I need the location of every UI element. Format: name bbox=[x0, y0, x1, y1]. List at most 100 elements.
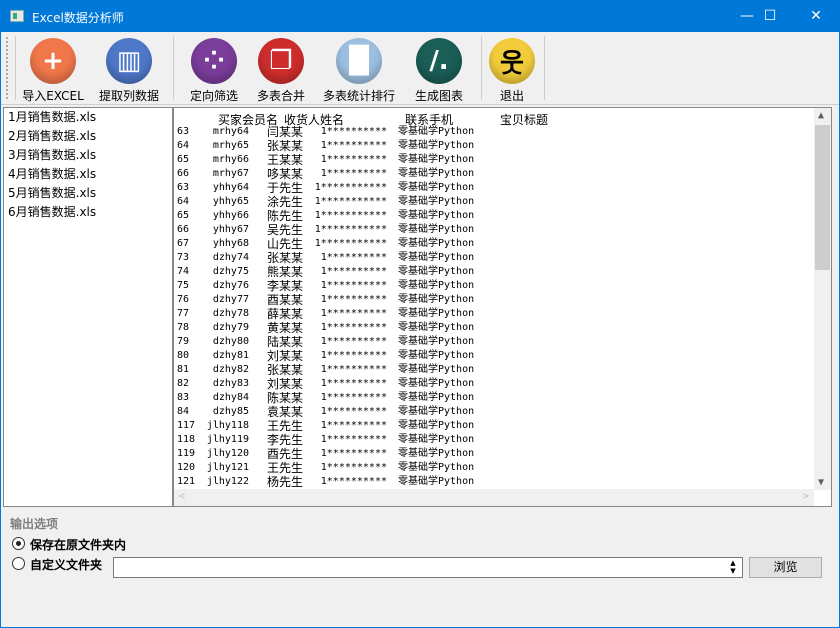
recipient-name: 山先生 bbox=[267, 237, 304, 251]
rank-button[interactable]: ▐▌ 多表统计排行 bbox=[319, 38, 399, 104]
member-name: dzhy76 bbox=[212, 280, 249, 291]
table-row[interactable]: 120 jlhy121 王先生 1********** 零基础学Python bbox=[174, 461, 814, 475]
recipient-name: 陈先生 bbox=[267, 209, 304, 223]
toolbar-grip[interactable] bbox=[6, 37, 9, 99]
phone: 1********** bbox=[320, 420, 387, 431]
item-title: 零基础学Python bbox=[398, 476, 475, 487]
table-row[interactable]: 64 yhhy65 涂先生 1*********** 零基础学Python bbox=[174, 195, 814, 209]
table-row[interactable]: 73 dzhy74 张某某 1********** 零基础学Python bbox=[174, 251, 814, 265]
table-row[interactable]: 76 dzhy77 酉某某 1********** 零基础学Python bbox=[174, 293, 814, 307]
horizontal-scrollbar[interactable]: < > bbox=[174, 489, 814, 506]
file-list-item[interactable]: 6月销售数据.xls bbox=[4, 203, 172, 222]
toolbar-button-label: 导入EXCEL bbox=[22, 89, 84, 103]
save-original-label[interactable]: 保存在原文件夹内 bbox=[30, 536, 126, 553]
vertical-scrollbar[interactable]: ▲ ▼ bbox=[814, 108, 831, 490]
row-index: 65 bbox=[177, 154, 190, 165]
phone: 1********** bbox=[320, 336, 387, 347]
scroll-right-icon[interactable]: > bbox=[803, 491, 809, 502]
table-row[interactable]: 77 dzhy78 薛某某 1********** 零基础学Python bbox=[174, 307, 814, 321]
recipient-name: 于先生 bbox=[267, 181, 304, 195]
file-list-item[interactable]: 3月销售数据.xls bbox=[4, 146, 172, 165]
recipient-name: 陈某某 bbox=[267, 391, 304, 405]
recipient-name: 张某某 bbox=[267, 363, 304, 377]
phone: 1********** bbox=[320, 476, 387, 487]
chart-button[interactable]: /. 生成图表 bbox=[399, 38, 479, 104]
table-row[interactable]: 67 yhhy68 山先生 1*********** 零基础学Python bbox=[174, 237, 814, 251]
toolbar-button-label: 提取列数据 bbox=[98, 89, 159, 103]
table-row[interactable]: 66 mrhy67 哆某某 1********** 零基础学Python bbox=[174, 167, 814, 181]
phone: 1********** bbox=[320, 434, 387, 445]
table-row[interactable]: 81 dzhy82 张某某 1********** 零基础学Python bbox=[174, 363, 814, 377]
file-list-item[interactable]: 4月销售数据.xls bbox=[4, 165, 172, 184]
table-row[interactable]: 78 dzhy79 黄某某 1********** 零基础学Python bbox=[174, 321, 814, 335]
save-original-radio[interactable] bbox=[12, 537, 25, 550]
table-row[interactable]: 64 mrhy65 张某某 1********** 零基础学Python bbox=[174, 139, 814, 153]
table-row[interactable]: 83 dzhy84 陈某某 1********** 零基础学Python bbox=[174, 391, 814, 405]
file-list-item[interactable]: 2月销售数据.xls bbox=[4, 127, 172, 146]
scroll-up-icon[interactable]: ▲ bbox=[818, 110, 824, 121]
merge-docs-icon: ❐ bbox=[258, 38, 304, 84]
table-row[interactable]: 65 yhhy66 陈先生 1*********** 零基础学Python bbox=[174, 209, 814, 223]
phone: 1********** bbox=[320, 350, 387, 361]
path-spinner[interactable]: ▲ ▼ bbox=[726, 559, 740, 576]
phone: 1********** bbox=[320, 392, 387, 403]
member-name: dzhy80 bbox=[212, 336, 249, 347]
phone: 1********** bbox=[320, 154, 387, 165]
close-button[interactable]: ✕ bbox=[793, 1, 839, 32]
member-name: mrhy67 bbox=[212, 168, 249, 179]
exit-button[interactable]: 웃 退出 bbox=[472, 38, 552, 104]
phone: 1*********** bbox=[314, 224, 387, 235]
table-row[interactable]: 63 yhhy64 于先生 1*********** 零基础学Python bbox=[174, 181, 814, 195]
row-index: 66 bbox=[177, 168, 190, 179]
phone: 1*********** bbox=[314, 210, 387, 221]
member-name: dzhy81 bbox=[212, 350, 249, 361]
recipient-name: 李先生 bbox=[267, 433, 304, 447]
table-row[interactable]: 63 mrhy64 闫某某 1********** 零基础学Python bbox=[174, 125, 814, 139]
file-list[interactable]: 1月销售数据.xls 2月销售数据.xls 3月销售数据.xls 4月销售数据.xls… bbox=[3, 107, 173, 507]
folder-path-input[interactable] bbox=[113, 557, 743, 578]
row-index: 64 bbox=[177, 140, 190, 151]
phone: 1********** bbox=[320, 378, 387, 389]
table-row[interactable]: 74 dzhy75 熊某某 1********** 零基础学Python bbox=[174, 265, 814, 279]
file-list-item[interactable]: 1月销售数据.xls bbox=[4, 108, 172, 127]
table-row[interactable]: 65 mrhy66 王某某 1********** 零基础学Python bbox=[174, 153, 814, 167]
row-index: 119 bbox=[177, 448, 196, 459]
table-row[interactable]: 75 dzhy76 李某某 1********** 零基础学Python bbox=[174, 279, 814, 293]
item-title: 零基础学Python bbox=[398, 126, 475, 137]
table-row[interactable]: 79 dzhy80 陆某某 1********** 零基础学Python bbox=[174, 335, 814, 349]
recipient-name: 袁某某 bbox=[267, 405, 304, 419]
scroll-left-icon[interactable]: < bbox=[179, 491, 185, 502]
item-title: 零基础学Python bbox=[398, 266, 475, 277]
file-list-item[interactable]: 5月销售数据.xls bbox=[4, 184, 172, 203]
maximize-button[interactable]: ☐ bbox=[747, 1, 793, 32]
table-row[interactable]: 66 yhhy67 吴先生 1*********** 零基础学Python bbox=[174, 223, 814, 237]
table-row[interactable]: 82 dzhy83 刘某某 1********** 零基础学Python bbox=[174, 377, 814, 391]
extract-button[interactable]: ▥ 提取列数据 bbox=[89, 38, 169, 104]
member-name: mrhy66 bbox=[212, 154, 249, 165]
table-row[interactable]: 84 dzhy85 袁某某 1********** 零基础学Python bbox=[174, 405, 814, 419]
table-row[interactable]: 119 jlhy120 酉先生 1********** 零基础学Python bbox=[174, 447, 814, 461]
table-row[interactable]: 117 jlhy118 王先生 1********** 零基础学Python bbox=[174, 419, 814, 433]
scroll-down-icon[interactable]: ▼ bbox=[818, 477, 824, 488]
row-index: 80 bbox=[177, 350, 190, 361]
table-row[interactable]: 118 jlhy119 李先生 1********** 零基础学Python bbox=[174, 433, 814, 447]
import-button[interactable]: + 导入EXCEL bbox=[13, 38, 93, 104]
recipient-name: 黄某某 bbox=[267, 321, 304, 335]
row-index: 63 bbox=[177, 182, 190, 193]
scroll-thumb[interactable] bbox=[815, 125, 830, 270]
data-table[interactable]: 买家会员名 收货人姓名 联系手机 宝贝标题 63 mrhy64 闫某某 1******… bbox=[173, 107, 832, 507]
merge-button[interactable]: ❐ 多表合并 bbox=[241, 38, 321, 104]
table-row[interactable]: 121 jlhy122 杨先生 1********** 零基础学Python bbox=[174, 475, 814, 489]
custom-folder-radio[interactable] bbox=[12, 557, 25, 570]
item-title: 零基础学Python bbox=[398, 392, 475, 403]
row-index: 117 bbox=[177, 420, 196, 431]
recipient-name: 吴先生 bbox=[267, 223, 304, 237]
window-title: Excel数据分析师 bbox=[32, 11, 124, 25]
table-row[interactable]: 80 dzhy81 刘某某 1********** 零基础学Python bbox=[174, 349, 814, 363]
member-name: dzhy75 bbox=[212, 266, 249, 277]
phone: 1********** bbox=[320, 252, 387, 263]
member-name: mrhy64 bbox=[212, 126, 249, 137]
browse-button[interactable]: 浏览 bbox=[749, 557, 822, 578]
custom-folder-label[interactable]: 自定义文件夹 bbox=[30, 556, 102, 573]
item-title: 零基础学Python bbox=[398, 364, 475, 375]
